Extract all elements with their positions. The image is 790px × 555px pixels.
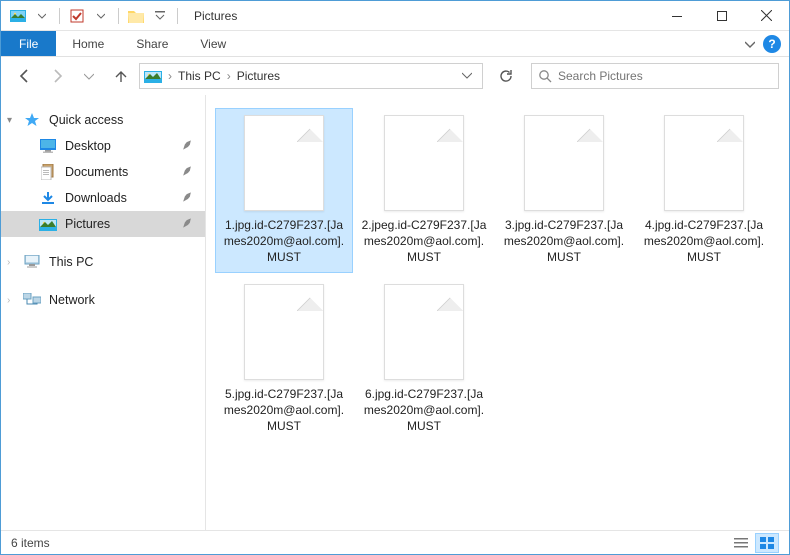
help-icon[interactable]: ? <box>763 35 781 53</box>
file-item[interactable]: 5.jpg.id-C279F237.[James2020m@aol.com].M… <box>216 278 352 441</box>
chevron-right-icon[interactable]: › <box>7 257 10 268</box>
chevron-down-icon[interactable]: ▾ <box>7 115 12 126</box>
search-icon <box>538 69 552 83</box>
file-thumbnail <box>664 115 744 211</box>
window-controls <box>654 1 789 30</box>
status-bar: 6 items <box>1 530 789 554</box>
sidebar-item-pictures[interactable]: Pictures <box>1 211 205 237</box>
folder-icon[interactable] <box>125 5 147 27</box>
sidebar-item-desktop[interactable]: Desktop <box>1 133 205 159</box>
minimize-button[interactable] <box>654 1 699 30</box>
file-thumbnail <box>384 115 464 211</box>
window-title: Pictures <box>188 9 237 23</box>
quick-access-toolbar <box>1 5 188 27</box>
close-button[interactable] <box>744 1 789 30</box>
file-thumbnail <box>244 115 324 211</box>
pin-icon <box>181 217 193 232</box>
file-name: 3.jpg.id-C279F237.[James2020m@aol.com].M… <box>500 217 628 266</box>
file-name: 2.jpeg.id-C279F237.[James2020m@aol.com].… <box>360 217 488 266</box>
pictures-icon <box>39 217 57 231</box>
file-list[interactable]: 1.jpg.id-C279F237.[James2020m@aol.com].M… <box>206 95 789 530</box>
recent-dropdown[interactable] <box>75 62 103 90</box>
location-icon <box>144 69 162 83</box>
app-icon[interactable] <box>7 5 29 27</box>
breadcrumb[interactable]: › This PC › Pictures <box>139 63 483 89</box>
forward-button[interactable] <box>43 62 71 90</box>
file-item[interactable]: 2.jpeg.id-C279F237.[James2020m@aol.com].… <box>356 109 492 272</box>
pin-icon <box>181 165 193 180</box>
maximize-button[interactable] <box>699 1 744 30</box>
main-area: ▾ Quick access Desktop Documents Downloa… <box>1 95 789 530</box>
crumb-this-pc[interactable]: This PC <box>174 69 225 83</box>
up-button[interactable] <box>107 62 135 90</box>
sidebar-item-documents[interactable]: Documents <box>1 159 205 185</box>
star-icon <box>23 112 41 128</box>
sidebar-item-label: Downloads <box>65 191 181 205</box>
sidebar-item-label: Desktop <box>65 139 181 153</box>
file-thumbnail <box>244 284 324 380</box>
crumb-pictures[interactable]: Pictures <box>233 69 284 83</box>
file-thumbnail <box>384 284 464 380</box>
network-icon <box>23 293 41 307</box>
titlebar: Pictures <box>1 1 789 31</box>
pin-icon <box>181 191 193 206</box>
downloads-icon <box>39 190 57 206</box>
address-dropdown-icon[interactable] <box>456 69 478 83</box>
back-button[interactable] <box>11 62 39 90</box>
desktop-icon <box>39 139 57 153</box>
sidebar-item-label: Pictures <box>65 217 181 231</box>
file-name: 1.jpg.id-C279F237.[James2020m@aol.com].M… <box>220 217 348 266</box>
ribbon-tabs: File Home Share View ? <box>1 31 789 57</box>
file-name: 5.jpg.id-C279F237.[James2020m@aol.com].M… <box>220 386 348 435</box>
documents-icon <box>39 164 57 180</box>
properties-icon[interactable] <box>66 5 88 27</box>
item-count: 6 items <box>11 536 50 550</box>
sidebar-item-network[interactable]: › Network <box>1 287 205 313</box>
tab-view[interactable]: View <box>184 31 242 56</box>
computer-icon <box>23 255 41 269</box>
file-name: 4.jpg.id-C279F237.[James2020m@aol.com].M… <box>640 217 768 266</box>
expand-ribbon-icon[interactable] <box>745 39 755 49</box>
refresh-button[interactable] <box>491 63 521 89</box>
sidebar-item-label: Quick access <box>49 113 197 127</box>
sidebar-quick-access[interactable]: ▾ Quick access <box>1 107 205 133</box>
search-box[interactable] <box>531 63 779 89</box>
qat-dropdown-2[interactable] <box>90 5 112 27</box>
file-item[interactable]: 4.jpg.id-C279F237.[James2020m@aol.com].M… <box>636 109 772 272</box>
pin-icon <box>181 139 193 154</box>
sidebar-item-label: Documents <box>65 165 181 179</box>
file-tab[interactable]: File <box>1 31 56 56</box>
file-thumbnail <box>524 115 604 211</box>
address-bar: › This PC › Pictures <box>1 57 789 95</box>
sidebar-item-this-pc[interactable]: › This PC <box>1 249 205 275</box>
thumbnails-view-button[interactable] <box>755 533 779 553</box>
crumb-chevron-icon[interactable]: › <box>225 69 233 83</box>
qat-dropdown-1[interactable] <box>31 5 53 27</box>
sidebar-item-downloads[interactable]: Downloads <box>1 185 205 211</box>
chevron-right-icon[interactable]: › <box>7 295 10 306</box>
file-item[interactable]: 3.jpg.id-C279F237.[James2020m@aol.com].M… <box>496 109 632 272</box>
file-item[interactable]: 6.jpg.id-C279F237.[James2020m@aol.com].M… <box>356 278 492 441</box>
navigation-pane: ▾ Quick access Desktop Documents Downloa… <box>1 95 206 530</box>
search-input[interactable] <box>552 69 772 83</box>
qat-customize[interactable] <box>149 5 171 27</box>
tab-home[interactable]: Home <box>56 31 120 56</box>
sidebar-item-label: This PC <box>49 255 197 269</box>
crumb-chevron-icon[interactable]: › <box>166 69 174 83</box>
details-view-button[interactable] <box>729 533 753 553</box>
file-item[interactable]: 1.jpg.id-C279F237.[James2020m@aol.com].M… <box>216 109 352 272</box>
sidebar-item-label: Network <box>49 293 197 307</box>
tab-share[interactable]: Share <box>120 31 184 56</box>
file-name: 6.jpg.id-C279F237.[James2020m@aol.com].M… <box>360 386 488 435</box>
